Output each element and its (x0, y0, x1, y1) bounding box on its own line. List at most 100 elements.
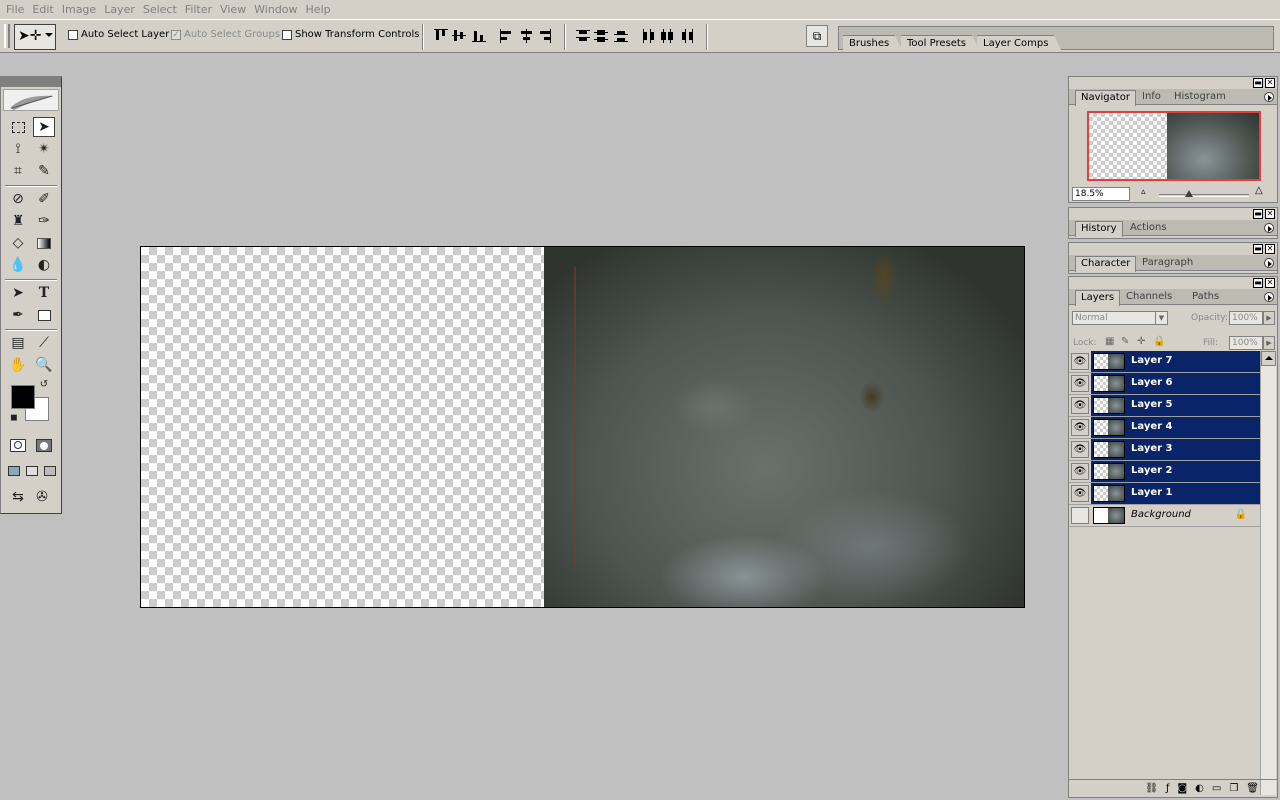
menu-view[interactable]: View (216, 3, 250, 16)
fill-slider-button[interactable]: ▶ (1263, 336, 1275, 350)
layer-row[interactable]: 👁 Layer 3 (1069, 439, 1261, 461)
layers-scrollbar[interactable] (1260, 351, 1276, 795)
eye-icon[interactable]: 👁 (1071, 397, 1089, 414)
zoom-in-icon[interactable]: △ (1255, 185, 1263, 196)
align-left-edges-icon[interactable] (500, 29, 516, 43)
zoom-tool-icon[interactable]: 🔍 (33, 355, 55, 375)
lock-transparent-icon[interactable]: ▦ (1105, 336, 1114, 347)
eye-icon[interactable]: 👁 (1071, 485, 1089, 502)
layer-row[interactable]: 👁 Layer 6 (1069, 373, 1261, 395)
tab-paragraph[interactable]: Paragraph (1137, 256, 1198, 271)
minimize-icon[interactable]: ▬ (1253, 278, 1263, 288)
layer-row[interactable]: 👁 Layer 7 (1069, 351, 1261, 373)
default-colors-icon[interactable]: ◼ (7, 411, 21, 425)
show-transform-controls-checkbox[interactable]: Show Transform Controls (282, 29, 419, 40)
menu-edit[interactable]: Edit (28, 3, 57, 16)
align-vertical-centers-icon[interactable] (452, 29, 468, 43)
close-icon[interactable]: ✕ (1265, 209, 1275, 219)
move-tool-icon[interactable]: ➤ (33, 117, 55, 137)
visibility-toggle[interactable] (1071, 507, 1089, 524)
tab-actions[interactable]: Actions (1125, 221, 1172, 236)
notes-tool-icon[interactable]: ▤ (7, 333, 29, 353)
standard-mode-icon[interactable] (7, 435, 29, 455)
layer-row-body[interactable]: Layer 6 (1091, 373, 1261, 394)
layer-row[interactable]: 👁 Layer 5 (1069, 395, 1261, 417)
blur-tool-icon[interactable]: 💧 (7, 255, 29, 275)
lock-all-icon[interactable]: 🔒 (1153, 336, 1165, 347)
distribute-vertical-centers-icon[interactable] (594, 29, 610, 43)
layer-row[interactable]: 👁 Layer 4 (1069, 417, 1261, 439)
pen-tool-icon[interactable]: ✒ (7, 305, 29, 325)
eye-icon[interactable]: 👁 (1071, 463, 1089, 480)
adjustment-layer-icon[interactable]: ◐ (1195, 783, 1204, 794)
align-bottom-edges-icon[interactable] (472, 29, 488, 43)
brush-tool-icon[interactable]: ✐ (33, 189, 55, 209)
layer-row-body[interactable]: Layer 1 (1091, 483, 1261, 504)
menu-layer[interactable]: Layer (100, 3, 139, 16)
layer-row-body[interactable]: Layer 5 (1091, 395, 1261, 416)
crop-tool-icon[interactable]: ⌗ (7, 161, 29, 181)
feather-logo-icon[interactable] (3, 89, 59, 111)
slice-tool-icon[interactable]: ✎ (33, 161, 55, 181)
panel-titlebar[interactable]: ▬ ✕ (1069, 243, 1277, 255)
well-tab-brushes[interactable]: Brushes (843, 35, 904, 52)
tab-character[interactable]: Character (1075, 256, 1137, 272)
minimize-icon[interactable]: ▬ (1253, 209, 1263, 219)
close-icon[interactable]: ✕ (1265, 278, 1275, 288)
minimize-icon[interactable]: ▬ (1253, 78, 1263, 88)
blend-mode-select[interactable]: Normal ▼ (1072, 311, 1168, 325)
opacity-slider-button[interactable]: ▶ (1263, 311, 1275, 325)
jump-to-imageready-icon[interactable]: ⇆ (7, 487, 29, 507)
swap-colors-icon[interactable]: ↺ (37, 377, 51, 391)
clone-stamp-tool-icon[interactable]: ♜ (7, 211, 29, 231)
lock-image-icon[interactable]: ✎ (1121, 336, 1129, 347)
new-layer-icon[interactable]: ❐ (1229, 783, 1238, 794)
dodge-tool-icon[interactable]: ◐ (33, 255, 55, 275)
tab-info[interactable]: Info (1137, 90, 1166, 105)
eye-icon[interactable]: 👁 (1071, 419, 1089, 436)
panel-menu-icon[interactable] (1264, 92, 1274, 102)
delete-layer-icon[interactable]: 🗑 (1246, 783, 1259, 794)
auto-select-layer-checkbox[interactable]: Auto Select Layer (68, 29, 169, 40)
menu-select[interactable]: Select (139, 3, 181, 16)
menu-file[interactable]: File (2, 3, 28, 16)
layer-row-body[interactable]: Layer 2 (1091, 461, 1261, 482)
align-horizontal-centers-icon[interactable] (520, 29, 536, 43)
well-tab-layer-comps[interactable]: Layer Comps (977, 35, 1063, 52)
minimize-icon[interactable]: ▬ (1253, 244, 1263, 254)
layer-row-body[interactable]: Layer 3 (1091, 439, 1261, 460)
distribute-right-edges-icon[interactable] (680, 29, 696, 43)
opacity-field[interactable]: 100% (1229, 311, 1263, 325)
zoom-out-icon[interactable]: ▵ (1141, 187, 1146, 197)
layer-row[interactable]: 👁 Layer 1 (1069, 483, 1261, 505)
shape-tool-icon[interactable] (33, 305, 55, 325)
tab-histogram[interactable]: Histogram (1169, 90, 1231, 105)
full-screen-menu-mode-icon[interactable] (23, 461, 41, 481)
foreground-color-swatch[interactable] (11, 385, 35, 409)
eyedropper-tool-icon[interactable]: ⟋ (33, 333, 55, 353)
eye-icon[interactable]: 👁 (1071, 375, 1089, 392)
lock-position-icon[interactable]: ✛ (1137, 336, 1145, 347)
options-bar-grip[interactable] (4, 24, 10, 48)
layer-row-background[interactable]: Background 🔒 (1069, 505, 1261, 527)
distribute-top-edges-icon[interactable] (576, 29, 592, 43)
zoom-level-field[interactable]: 18.5% (1072, 187, 1130, 201)
zoom-slider[interactable] (1159, 190, 1249, 197)
lasso-tool-icon[interactable]: ⟟ (7, 139, 29, 159)
file-browser-icon[interactable]: ⧉ (806, 25, 828, 47)
document-canvas[interactable] (140, 246, 1025, 608)
well-tab-tool-presets[interactable]: Tool Presets (901, 35, 980, 52)
distribute-left-edges-icon[interactable] (642, 29, 658, 43)
tab-history[interactable]: History (1075, 221, 1123, 237)
link-layers-icon[interactable]: ⛓ (1145, 783, 1158, 794)
toolbox-titlebar[interactable] (1, 77, 61, 87)
menu-image[interactable]: Image (58, 3, 100, 16)
eye-icon[interactable]: 👁 (1071, 441, 1089, 458)
menu-filter[interactable]: Filter (181, 3, 216, 16)
tab-paths[interactable]: Paths (1187, 290, 1224, 305)
gradient-tool-icon[interactable] (33, 233, 55, 253)
tab-channels[interactable]: Channels (1121, 290, 1177, 305)
type-tool-icon[interactable]: T (33, 283, 55, 303)
menu-help[interactable]: Help (302, 3, 335, 16)
menu-window[interactable]: Window (250, 3, 301, 16)
